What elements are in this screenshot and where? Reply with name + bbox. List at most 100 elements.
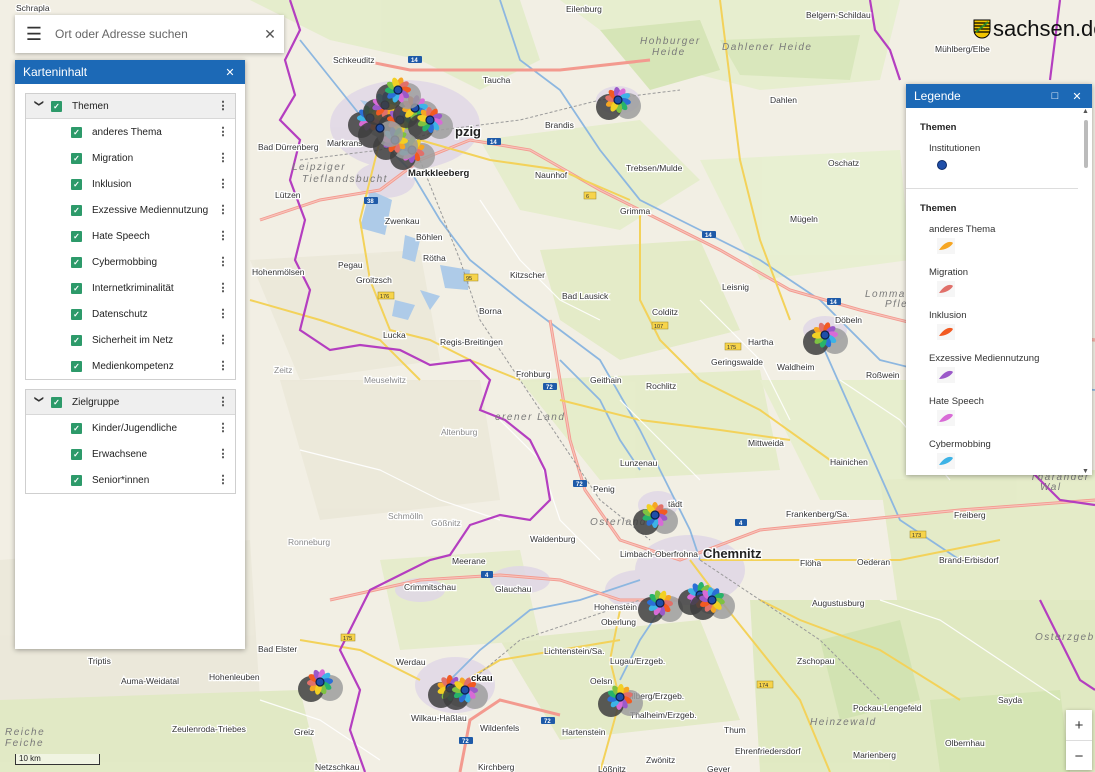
- layer-group-header[interactable]: ❯ ✓ Themen ⋮: [26, 94, 235, 119]
- topic-petal-icon: [929, 450, 1092, 472]
- more-options-icon[interactable]: ⋮: [217, 334, 229, 346]
- more-options-icon[interactable]: ⋮: [217, 230, 229, 242]
- layer-checkbox[interactable]: ✓: [71, 282, 82, 294]
- layers-panel-title: Karteninhalt: [23, 65, 88, 79]
- layer-item-label: Cybermobbing: [92, 256, 158, 268]
- legend-body[interactable]: Themen Institutionen Themen anderes Thema Mi…: [906, 108, 1092, 475]
- chevron-down-icon[interactable]: ❯: [34, 99, 45, 113]
- layer-item-label: Internetkriminalität: [92, 282, 174, 294]
- layer-checkbox[interactable]: ✓: [71, 256, 82, 268]
- more-options-icon[interactable]: ⋮: [217, 282, 229, 294]
- maximize-icon[interactable]: □: [1048, 90, 1062, 102]
- close-icon[interactable]: ✕: [1070, 90, 1084, 103]
- layer-checkbox[interactable]: ✓: [71, 334, 82, 346]
- more-options-icon[interactable]: ⋮: [217, 126, 229, 138]
- layer-item[interactable]: ✓ Hate Speech ⋮: [26, 223, 235, 249]
- svg-text:Eilenburg: Eilenburg: [566, 4, 602, 14]
- topic-petal-icon: [929, 235, 1092, 257]
- svg-text:107: 107: [654, 324, 663, 330]
- svg-text:Frankenberg/Sa.: Frankenberg/Sa.: [786, 509, 849, 519]
- svg-text:Zwönitz: Zwönitz: [646, 755, 675, 765]
- svg-text:Roßwein: Roßwein: [866, 370, 900, 380]
- search-input[interactable]: [53, 26, 256, 42]
- layer-item[interactable]: ✓ Datenschutz ⋮: [26, 301, 235, 327]
- clear-icon[interactable]: ✕: [256, 26, 284, 43]
- svg-text:Bad Lausick: Bad Lausick: [562, 291, 609, 301]
- legend-scrollbar[interactable]: ▲ ▼: [1080, 108, 1092, 475]
- layer-checkbox[interactable]: ✓: [71, 126, 82, 138]
- svg-text:Lützen: Lützen: [275, 190, 301, 200]
- more-options-icon[interactable]: ⋮: [217, 152, 229, 164]
- svg-text:Zeitz: Zeitz: [274, 365, 292, 375]
- svg-text:Freiberg: Freiberg: [954, 510, 986, 520]
- svg-text:Grimma: Grimma: [620, 206, 650, 216]
- svg-text:Lunzenau: Lunzenau: [620, 458, 658, 468]
- layer-checkbox[interactable]: ✓: [71, 178, 82, 190]
- more-options-icon[interactable]: ⋮: [217, 360, 229, 372]
- zoom-out-button[interactable]: −: [1066, 740, 1092, 771]
- svg-text:Wildenfels: Wildenfels: [480, 723, 519, 733]
- legend-entry: Migration: [906, 257, 1092, 300]
- layer-item[interactable]: ✓ Internetkriminalität ⋮: [26, 275, 235, 301]
- layer-checkbox[interactable]: ✓: [71, 308, 82, 320]
- svg-text:Limbach-Oberfrohna: Limbach-Oberfrohna: [620, 549, 698, 559]
- layer-item[interactable]: ✓ Migration ⋮: [26, 145, 235, 171]
- svg-text:Mittweida: Mittweida: [748, 438, 784, 448]
- more-options-icon[interactable]: ⋮: [217, 448, 229, 460]
- close-icon[interactable]: ✕: [223, 66, 237, 79]
- sachsen-logo[interactable]: sachsen.de: [973, 16, 1095, 42]
- svg-text:Oschatz: Oschatz: [828, 158, 859, 168]
- scrollbar-thumb[interactable]: [1084, 120, 1088, 168]
- search-bar: ☰ ✕: [15, 15, 284, 53]
- layer-checkbox[interactable]: ✓: [71, 230, 82, 242]
- scroll-down-icon[interactable]: ▼: [1082, 468, 1089, 475]
- layer-item[interactable]: ✓ Inklusion ⋮: [26, 171, 235, 197]
- layer-item[interactable]: ✓ Kinder/Jugendliche ⋮: [26, 415, 235, 441]
- svg-text:Colditz: Colditz: [652, 307, 678, 317]
- more-options-icon[interactable]: ⋮: [217, 204, 229, 216]
- layer-item[interactable]: ✓ Exzessive Mediennutzung ⋮: [26, 197, 235, 223]
- svg-text:Lugau/Erzgeb.: Lugau/Erzgeb.: [610, 656, 665, 666]
- more-options-icon[interactable]: ⋮: [217, 396, 229, 408]
- svg-text:Geithain: Geithain: [590, 375, 622, 385]
- more-options-icon[interactable]: ⋮: [217, 100, 229, 112]
- svg-text:Glauchau: Glauchau: [495, 584, 532, 594]
- svg-text:Schkeuditz: Schkeuditz: [333, 55, 375, 65]
- layer-checkbox[interactable]: ✓: [71, 152, 82, 164]
- svg-text:Triptis: Triptis: [88, 656, 111, 666]
- svg-text:Wal: Wal: [1040, 482, 1062, 493]
- layer-checkbox[interactable]: ✓: [71, 360, 82, 372]
- legend-entry: Inklusion: [906, 300, 1092, 343]
- layer-item[interactable]: ✓ Erwachsene ⋮: [26, 441, 235, 467]
- menu-icon[interactable]: ☰: [15, 15, 53, 53]
- layer-checkbox[interactable]: ✓: [71, 422, 82, 434]
- layer-item[interactable]: ✓ anderes Thema ⋮: [26, 119, 235, 145]
- layer-item[interactable]: ✓ Medienkompetenz ⋮: [26, 353, 235, 379]
- scroll-up-icon[interactable]: ▲: [1082, 108, 1089, 115]
- institution-dot-icon: [929, 154, 1092, 176]
- more-options-icon[interactable]: ⋮: [217, 474, 229, 486]
- layer-checkbox[interactable]: ✓: [71, 204, 82, 216]
- layer-group-header[interactable]: ❯ ✓ Zielgruppe ⋮: [26, 390, 235, 415]
- svg-text:Leisnig: Leisnig: [722, 282, 749, 292]
- zoom-in-button[interactable]: +: [1066, 710, 1092, 740]
- layer-item[interactable]: ✓ Senior*innen ⋮: [26, 467, 235, 493]
- chevron-down-icon[interactable]: ❯: [34, 395, 45, 409]
- svg-text:Auma-Weidatal: Auma-Weidatal: [121, 676, 179, 686]
- layer-item[interactable]: ✓ Cybermobbing ⋮: [26, 249, 235, 275]
- layer-checkbox[interactable]: ✓: [51, 396, 62, 408]
- layer-checkbox[interactable]: ✓: [71, 448, 82, 460]
- more-options-icon[interactable]: ⋮: [217, 308, 229, 320]
- svg-text:Hohenleuben: Hohenleuben: [209, 672, 260, 682]
- more-options-icon[interactable]: ⋮: [217, 422, 229, 434]
- layer-checkbox[interactable]: ✓: [51, 100, 62, 112]
- layer-item[interactable]: ✓ Sicherheit im Netz ⋮: [26, 327, 235, 353]
- svg-text:Meuselwitz: Meuselwitz: [364, 375, 406, 385]
- more-options-icon[interactable]: ⋮: [217, 178, 229, 190]
- more-options-icon[interactable]: ⋮: [217, 256, 229, 268]
- scale-bar: 10 km: [15, 754, 100, 765]
- svg-text:Wilkau-Haßlau: Wilkau-Haßlau: [411, 713, 467, 723]
- svg-text:Markrans: Markrans: [327, 138, 362, 148]
- svg-text:Heide: Heide: [652, 47, 686, 58]
- layer-checkbox[interactable]: ✓: [71, 474, 82, 486]
